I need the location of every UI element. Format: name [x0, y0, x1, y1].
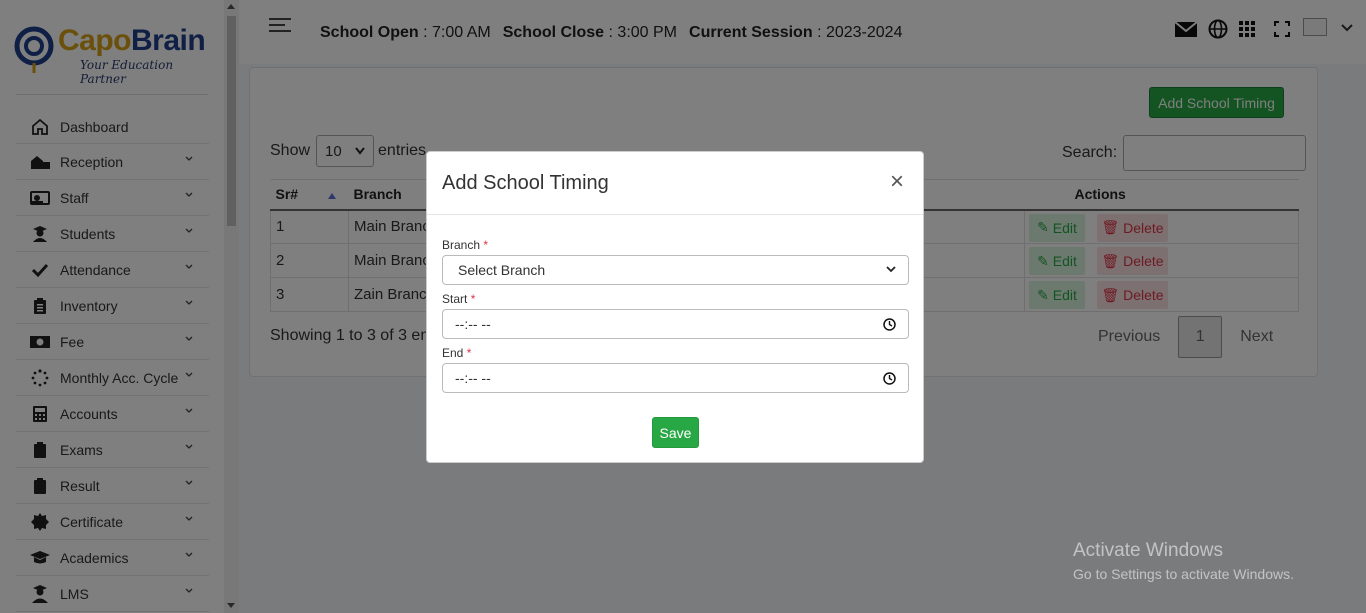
add-school-timing-modal: Add School Timing × Branch * Select Bran… [426, 151, 924, 463]
end-time-value: --:-- -- [455, 370, 491, 386]
modal-header: Add School Timing × [427, 152, 923, 215]
end-time-input[interactable]: --:-- -- [442, 363, 909, 393]
start-time-value: --:-- -- [455, 316, 491, 332]
activate-windows-watermark: Activate Windows Go to Settings to activ… [1073, 540, 1294, 582]
clock-icon[interactable] [883, 372, 896, 385]
watermark-subtitle: Go to Settings to activate Windows. [1073, 566, 1294, 582]
end-label: End * [442, 346, 472, 360]
start-label: Start * [442, 292, 476, 306]
clock-icon[interactable] [883, 318, 896, 331]
start-time-input[interactable]: --:-- -- [442, 309, 909, 339]
branch-label: Branch * [442, 238, 489, 252]
branch-select[interactable]: Select Branch [442, 255, 909, 285]
close-icon[interactable]: × [890, 170, 904, 194]
chevron-down-icon [886, 266, 896, 273]
watermark-title: Activate Windows [1073, 540, 1223, 561]
save-button[interactable]: Save [652, 417, 699, 448]
branch-select-value: Select Branch [458, 262, 546, 278]
modal-title: Add School Timing [442, 172, 609, 194]
